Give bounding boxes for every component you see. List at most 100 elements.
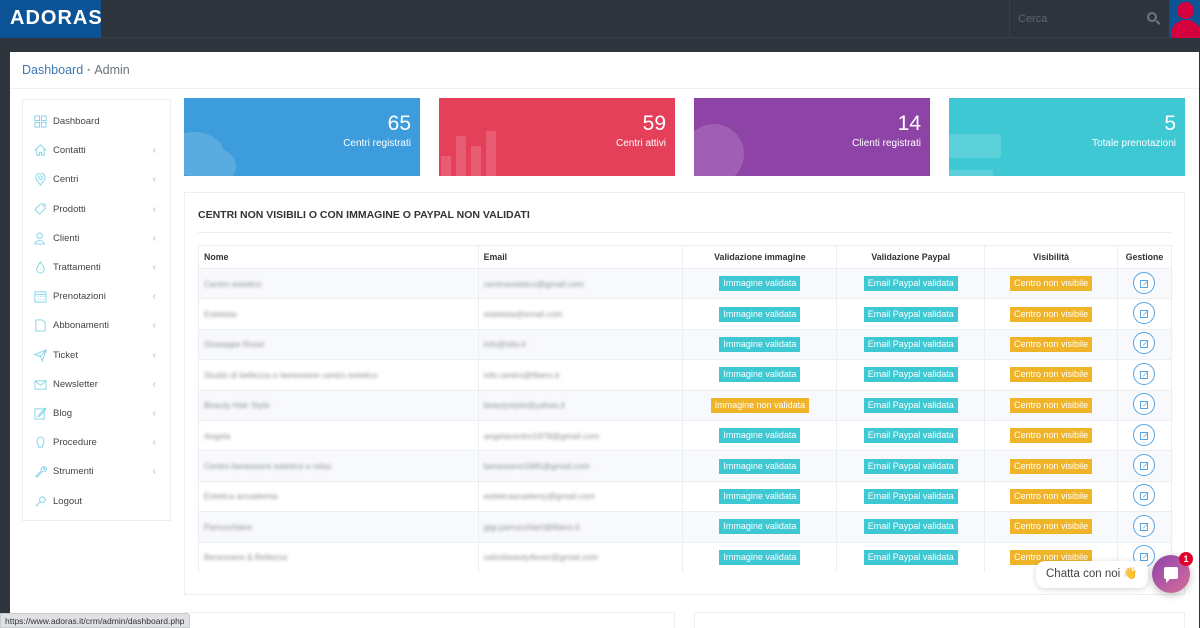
search-input[interactable]	[1010, 0, 1140, 38]
table-row: Parrucchiere gigi.parrucchieri@libero.it I…	[198, 511, 1173, 543]
cart-icon	[949, 134, 1001, 176]
centro-name: Centro estetico	[204, 278, 262, 289]
cell-nome: Benessere & Bellezza	[198, 541, 479, 573]
cell-gestione	[1116, 389, 1173, 421]
sidebar-item-label: Prenotazioni	[53, 291, 106, 303]
sidebar-item-blog[interactable]: Blog ‹	[23, 399, 170, 428]
sidebar-item-centri[interactable]: Centri ‹	[23, 165, 170, 194]
image-validation-badge: Immagine validata	[719, 549, 801, 565]
cell-validazione-immagine: Immagine validata	[682, 419, 838, 451]
chevron-left-icon: ‹	[152, 174, 156, 186]
edit-button[interactable]	[1133, 271, 1156, 294]
sidebar-item-abbonamenti[interactable]: Abbonamenti ‹	[23, 311, 170, 340]
stat-card-centri-attivi[interactable]: 59 Centri attivi	[439, 98, 675, 176]
stat-card-totale-prenotazioni[interactable]: 5 Totale prenotazioni	[949, 98, 1185, 176]
cell-nome: Centro benessere estetica e relax	[198, 450, 479, 482]
cell-visibilita: Centro non visibile	[984, 511, 1118, 543]
cell-validazione-immagine: Immagine validata	[682, 359, 838, 391]
column-header-visibilita[interactable]: Visibilità	[984, 245, 1118, 269]
column-header-validazione-immagine[interactable]: Validazione immagine	[682, 245, 838, 269]
centro-email: info.centro@libero.it	[483, 369, 560, 380]
edit-button[interactable]	[1133, 423, 1156, 446]
visibility-badge: Centro non visibile	[1010, 306, 1093, 322]
stat-card-centri-registrati[interactable]: 65 Centri registrati	[184, 98, 420, 176]
sidebar-item-ticket[interactable]: Ticket ‹	[23, 341, 170, 370]
user-avatar[interactable]	[1169, 0, 1200, 38]
column-header-validazione-paypal[interactable]: Validazione Paypal	[836, 245, 986, 269]
edit-button[interactable]	[1133, 332, 1156, 355]
cell-validazione-immagine: Immagine validata	[682, 511, 838, 543]
sidebar-item-dashboard[interactable]: Dashboard	[23, 107, 170, 136]
edit-icon	[1140, 340, 1149, 349]
cell-visibilita: Centro non visibile	[984, 450, 1118, 482]
chat-prompt[interactable]: Chatta con noi 👋	[1036, 561, 1148, 588]
breadcrumb-dashboard-link[interactable]: Dashboard	[22, 63, 83, 77]
chat-message-icon	[1164, 567, 1178, 583]
cell-visibilita: Centro non visibile	[984, 419, 1118, 451]
image-validation-badge: Immagine validata	[719, 519, 801, 535]
stat-card-clienti-registrati[interactable]: 14 Clienti registrati	[694, 98, 930, 176]
envelope-icon	[34, 378, 47, 391]
table-row: Centro benessere estetica e relax benesse…	[198, 450, 1173, 482]
sidebar-item-label: Clienti	[53, 232, 80, 244]
sidebar-item-label: Blog	[53, 407, 73, 419]
edit-button[interactable]	[1133, 514, 1156, 537]
edit-button[interactable]	[1133, 393, 1156, 416]
chevron-left-icon: ‹	[152, 466, 156, 478]
sidebar-item-prenotazioni[interactable]: Prenotazioni ‹	[23, 282, 170, 311]
visibility-badge: Centro non visibile	[1010, 336, 1093, 352]
sidebar-item-contatti[interactable]: Contatti ‹	[23, 136, 170, 165]
edit-icon	[34, 407, 47, 420]
cell-validazione-paypal: Email Paypal validata	[836, 450, 986, 482]
paypal-validation-badge: Email Paypal validata	[863, 549, 958, 565]
column-header-gestione: Gestione	[1116, 245, 1173, 269]
cell-gestione	[1116, 328, 1173, 360]
column-header-email[interactable]: Email	[477, 245, 684, 269]
chevron-left-icon: ‹	[152, 232, 156, 244]
cell-validazione-paypal: Email Paypal validata	[836, 419, 986, 451]
edit-button[interactable]	[1133, 362, 1156, 385]
cell-email: esteticaacademy@gmail.com	[477, 480, 684, 512]
sidebar-item-clienti[interactable]: Clienti ‹	[23, 224, 170, 253]
cell-validazione-paypal: Email Paypal validata	[836, 541, 986, 573]
edit-button[interactable]	[1133, 484, 1156, 507]
bottom-panel-right	[694, 612, 1185, 628]
visibility-badge: Centro non visibile	[1010, 397, 1093, 413]
edit-icon	[1140, 310, 1149, 319]
cell-gestione	[1116, 511, 1173, 543]
centro-email: gigi.parrucchieri@libero.it	[483, 521, 580, 532]
cell-nome: Parrucchiere	[198, 511, 479, 543]
table-header-row: Nome Email Validazione immagine Validazi…	[198, 245, 1173, 269]
edit-button[interactable]	[1133, 454, 1156, 477]
calendar-icon	[34, 290, 47, 303]
sidebar-item-label: Procedure	[53, 437, 97, 449]
sidebar-item-strumenti[interactable]: Strumenti ‹	[23, 457, 170, 486]
cell-validazione-paypal: Email Paypal validata	[836, 389, 986, 421]
stat-value: 5	[1164, 112, 1176, 135]
map-pin-icon	[34, 173, 47, 187]
sidebar-item-trattamenti[interactable]: Trattamenti ‹	[23, 253, 170, 282]
visibility-badge: Centro non visibile	[1010, 458, 1093, 474]
search-icon[interactable]	[1147, 12, 1157, 22]
cell-gestione	[1116, 419, 1173, 451]
paypal-validation-badge: Email Paypal validata	[863, 519, 958, 535]
image-validation-badge: Immagine validata	[719, 488, 801, 504]
sidebar-item-newsletter[interactable]: Newsletter ‹	[23, 370, 170, 399]
table-row: Beauty Hair Style beautystyle@yahoo.it Imm…	[198, 389, 1173, 421]
status-bar-url: https://www.adoras.it/crm/admin/dashboar…	[0, 613, 190, 628]
visibility-badge: Centro non visibile	[1010, 428, 1093, 444]
paypal-validation-badge: Email Paypal validata	[863, 276, 958, 292]
app-logo[interactable]: ADORAS	[0, 0, 102, 38]
paypal-validation-badge: Email Paypal validata	[863, 458, 958, 474]
breadcrumb: Dashboard • Admin	[10, 52, 1199, 89]
edit-button[interactable]	[1133, 302, 1156, 325]
search-box	[1009, 0, 1169, 38]
cell-email: info@sito.it	[477, 328, 684, 360]
sidebar-item-procedure[interactable]: Procedure ‹	[23, 428, 170, 457]
image-validation-badge: Immagine validata	[719, 306, 801, 322]
sidebar-item-prodotti[interactable]: Prodotti ‹	[23, 195, 170, 224]
top-navbar: ADORAS	[0, 0, 1200, 38]
cell-nome: Estetica accademia	[198, 480, 479, 512]
sidebar-item-logout[interactable]: Logout	[23, 486, 170, 515]
column-header-nome[interactable]: Nome	[198, 245, 479, 269]
